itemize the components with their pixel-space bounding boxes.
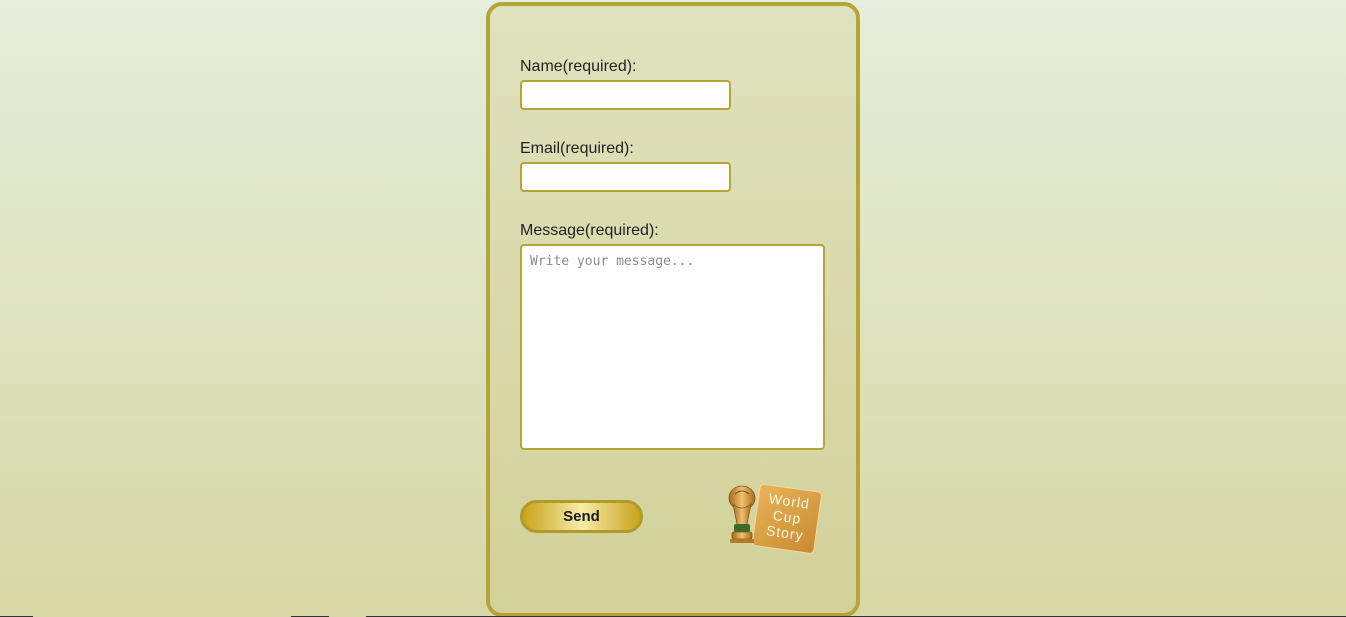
name-input[interactable] — [520, 80, 731, 110]
send-button[interactable]: Send — [520, 500, 643, 533]
logo-tag: World Cup Story — [751, 483, 822, 554]
message-label: Message(required): — [520, 222, 659, 239]
email-label: Email(required): — [520, 140, 634, 157]
name-label: Name(required): — [520, 58, 637, 75]
trophy-icon — [728, 485, 756, 543]
contact-form-card: Name(required): Email(required): Message… — [486, 2, 860, 617]
message-textarea[interactable] — [520, 244, 825, 450]
world-cup-story-logo: World Cup Story — [728, 483, 822, 554]
email-input[interactable] — [520, 162, 731, 192]
